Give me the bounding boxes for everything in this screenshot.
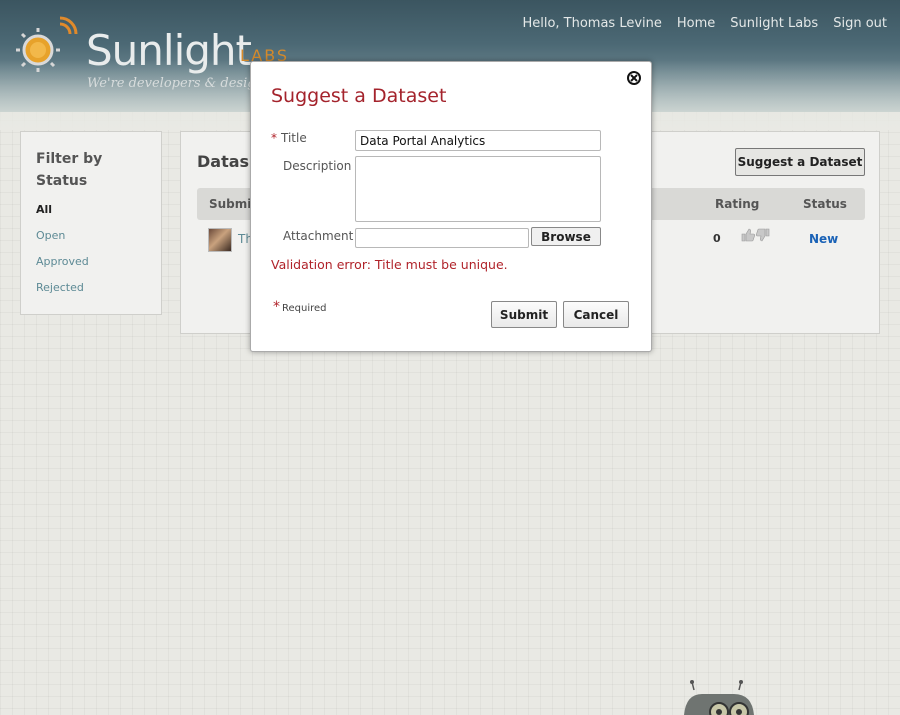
required-note: * Required: [273, 299, 327, 315]
suggest-dataset-dialog: Suggest a Dataset *Title Description Att…: [250, 61, 652, 352]
required-star: *: [271, 131, 277, 145]
attachment-label: Attachment: [283, 229, 354, 243]
close-icon: [630, 74, 638, 82]
description-label: Description: [283, 159, 352, 173]
title-input[interactable]: [355, 130, 601, 151]
required-star: *: [273, 299, 280, 315]
dialog-title: Suggest a Dataset: [271, 85, 447, 107]
cancel-button[interactable]: Cancel: [563, 301, 629, 328]
title-label: * Title: [271, 131, 307, 145]
submit-button[interactable]: Submit: [491, 301, 557, 328]
browse-button[interactable]: Browse: [531, 227, 601, 246]
validation-error: Validation error: Title must be unique.: [271, 257, 508, 272]
description-textarea[interactable]: [355, 156, 601, 222]
close-button[interactable]: [627, 71, 641, 85]
attachment-file-input[interactable]: [355, 228, 529, 248]
